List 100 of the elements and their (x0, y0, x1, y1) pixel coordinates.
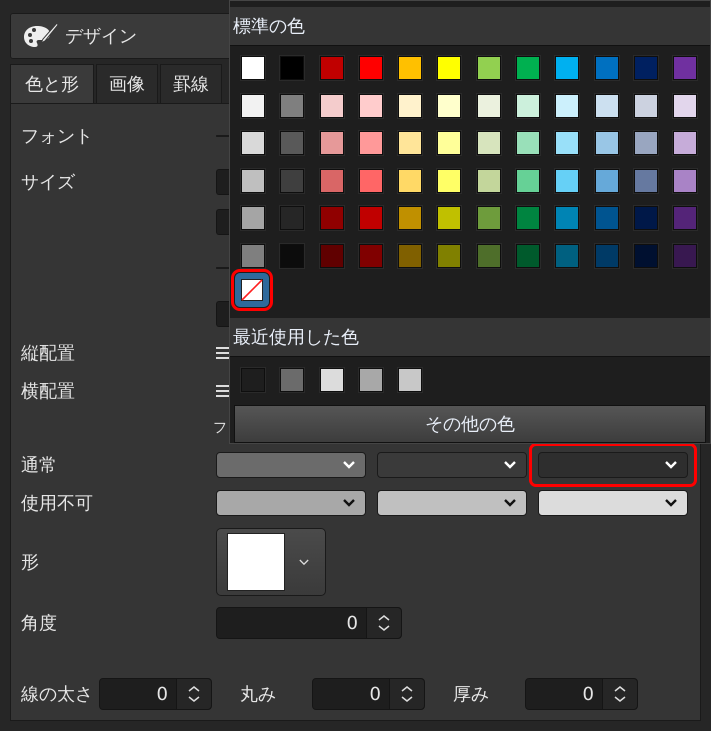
chevron-icon (504, 499, 516, 507)
color-swatch[interactable] (241, 368, 265, 392)
color-swatch[interactable] (280, 368, 304, 392)
tab[interactable]: 画像 (96, 64, 158, 103)
color-swatch[interactable] (476, 56, 501, 80)
color-swatch[interactable] (594, 56, 619, 80)
color-swatch[interactable] (594, 131, 619, 155)
tab[interactable]: 色と形 (10, 64, 94, 103)
color-swatch[interactable] (476, 131, 501, 155)
color-swatch[interactable] (320, 131, 344, 155)
color-swatch[interactable] (241, 131, 265, 155)
color-swatch[interactable] (673, 56, 698, 80)
color-swatch[interactable] (398, 368, 422, 392)
field-label: 通常 (21, 455, 57, 476)
color-swatch[interactable] (320, 206, 344, 230)
color-swatch[interactable] (398, 131, 422, 155)
color-swatch[interactable] (437, 168, 462, 192)
color-swatch[interactable] (280, 131, 304, 155)
color-swatch[interactable] (241, 56, 265, 80)
color-dropdown[interactable] (377, 452, 527, 478)
color-swatch[interactable] (320, 94, 344, 118)
color-swatch[interactable] (555, 206, 580, 230)
color-dropdown[interactable] (538, 490, 688, 516)
color-swatch[interactable] (673, 206, 698, 230)
section-header: 標準の色 (230, 7, 710, 46)
color-swatch[interactable] (476, 244, 501, 268)
number-spinner[interactable]: 0 (216, 607, 402, 639)
color-swatch[interactable] (673, 168, 698, 192)
color-swatch[interactable] (398, 168, 422, 192)
color-swatch[interactable] (476, 94, 501, 118)
color-swatch[interactable] (516, 206, 540, 230)
color-swatch[interactable] (476, 206, 501, 230)
color-swatch[interactable] (358, 56, 383, 80)
color-swatch[interactable] (437, 131, 462, 155)
color-swatch[interactable] (320, 244, 344, 268)
color-swatch[interactable] (634, 244, 658, 268)
color-swatch[interactable] (320, 368, 344, 392)
color-swatch[interactable] (320, 56, 344, 80)
color-swatch[interactable] (241, 94, 265, 118)
no-color-swatch[interactable] (235, 272, 269, 306)
color-swatch[interactable] (516, 168, 540, 192)
field-label: 線の太さ (21, 683, 93, 706)
color-swatch[interactable] (280, 56, 304, 80)
number-spinner[interactable]: 0 (525, 678, 638, 710)
color-swatch[interactable] (398, 244, 422, 268)
color-swatch[interactable] (673, 94, 698, 118)
color-swatch[interactable] (555, 56, 580, 80)
color-swatch[interactable] (320, 168, 344, 192)
color-swatch[interactable] (358, 131, 383, 155)
align-icon[interactable] (216, 345, 230, 361)
color-swatch[interactable] (358, 244, 383, 268)
color-swatch[interactable] (594, 168, 619, 192)
shape-button[interactable] (216, 528, 326, 596)
more-colors-button[interactable]: その他の色 (234, 404, 706, 442)
color-swatch[interactable] (358, 368, 383, 392)
color-swatch[interactable] (594, 244, 619, 268)
color-swatch[interactable] (241, 168, 265, 192)
number-spinner[interactable]: 0 (99, 678, 212, 710)
color-swatch[interactable] (634, 131, 658, 155)
color-swatch[interactable] (398, 56, 422, 80)
color-swatch[interactable] (358, 94, 383, 118)
color-swatch[interactable] (437, 206, 462, 230)
color-swatch[interactable] (516, 131, 540, 155)
color-swatch[interactable] (280, 244, 304, 268)
color-swatch[interactable] (437, 56, 462, 80)
color-swatch[interactable] (516, 94, 540, 118)
color-swatch[interactable] (594, 206, 619, 230)
number-spinner[interactable]: 0 (312, 678, 425, 710)
color-swatch[interactable] (398, 206, 422, 230)
color-swatch[interactable] (673, 131, 698, 155)
color-dropdown[interactable] (538, 452, 688, 478)
color-dropdown[interactable] (216, 452, 366, 478)
color-swatch[interactable] (280, 206, 304, 230)
color-swatch[interactable] (280, 168, 304, 192)
color-swatch[interactable] (555, 168, 580, 192)
color-swatch[interactable] (358, 168, 383, 192)
color-swatch[interactable] (555, 244, 580, 268)
color-swatch[interactable] (516, 244, 540, 268)
color-swatch[interactable] (241, 244, 265, 268)
color-dropdown[interactable] (377, 490, 527, 516)
color-dropdown[interactable] (216, 490, 366, 516)
align-icon[interactable] (216, 383, 230, 399)
color-swatch[interactable] (555, 94, 580, 118)
color-swatch[interactable] (437, 94, 462, 118)
color-swatch[interactable] (634, 206, 658, 230)
color-swatch[interactable] (634, 168, 658, 192)
chevron-icon (665, 499, 677, 507)
color-swatch[interactable] (594, 94, 619, 118)
color-swatch[interactable] (398, 94, 422, 118)
color-swatch[interactable] (280, 94, 304, 118)
color-swatch[interactable] (516, 56, 540, 80)
tab[interactable]: 罫線 (160, 64, 222, 103)
color-swatch[interactable] (673, 244, 698, 268)
color-swatch[interactable] (555, 131, 580, 155)
color-swatch[interactable] (437, 244, 462, 268)
color-swatch[interactable] (241, 206, 265, 230)
color-swatch[interactable] (634, 94, 658, 118)
color-swatch[interactable] (634, 56, 658, 80)
color-swatch[interactable] (358, 206, 383, 230)
color-swatch[interactable] (476, 168, 501, 192)
